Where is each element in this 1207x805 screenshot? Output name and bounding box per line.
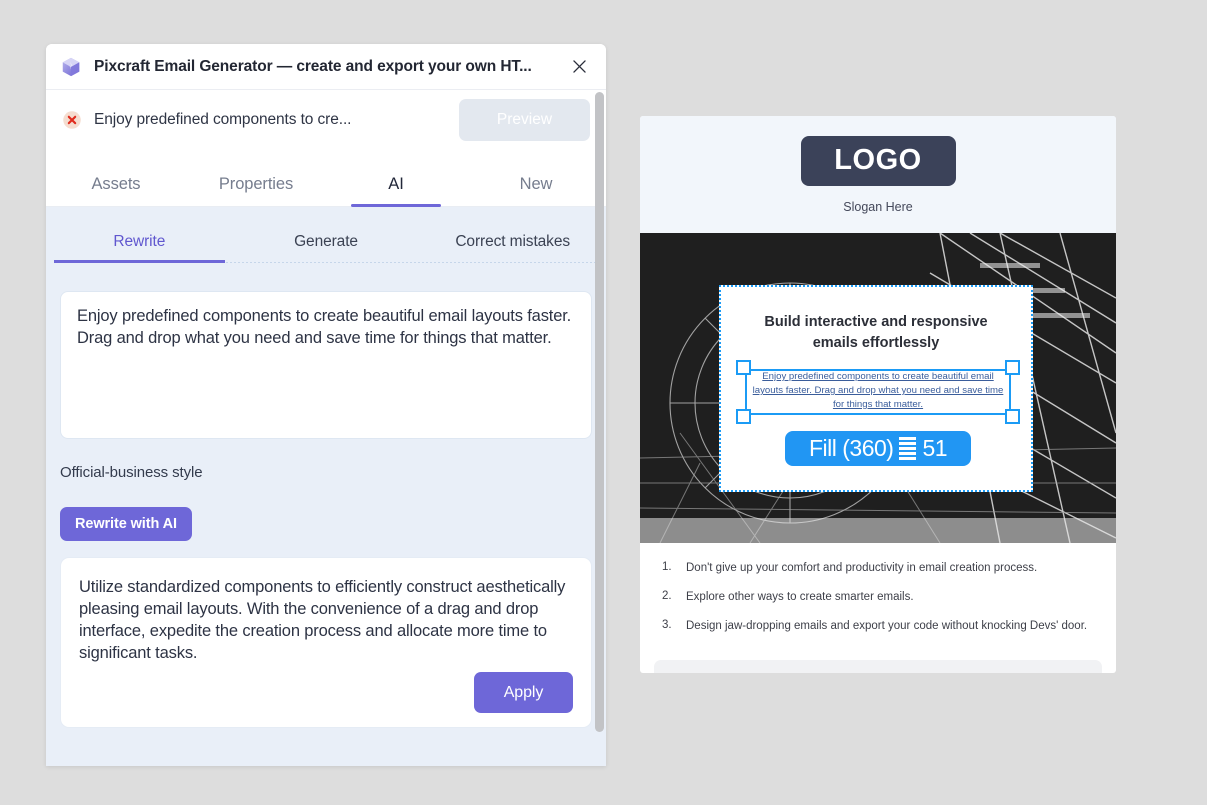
error-circle-icon (62, 110, 82, 130)
email-footer-placeholder[interactable] (654, 659, 1102, 673)
list-bars-icon (898, 436, 917, 462)
list-item-number: 1. (662, 561, 672, 573)
fill-button[interactable]: Fill (360) 51 (785, 431, 971, 466)
email-benefits-list: 1. Don't give up your comfort and produc… (640, 543, 1116, 654)
rewrite-with-ai-button[interactable]: Rewrite with AI (60, 507, 192, 541)
list-item-number: 2. (662, 589, 672, 602)
card-heading[interactable]: Build interactive and responsive emails … (747, 312, 1005, 353)
card-body-span: Enjoy predefined components to create be… (752, 371, 1004, 410)
list-item-text: Don't give up your comfort and productiv… (686, 562, 1038, 574)
card-body-text[interactable]: Enjoy predefined components to create be… (745, 369, 1011, 415)
resize-handle-bottom-right[interactable] (1005, 409, 1020, 424)
app-window: Pixcraft Email Generator — create and ex… (46, 44, 606, 766)
notification-text: Enjoy predefined components to cre... (94, 111, 352, 128)
title-bar: Pixcraft Email Generator — create and ex… (46, 44, 606, 90)
selection-edge-top (745, 369, 1011, 371)
list-item[interactable]: 2. Explore other ways to create smarter … (662, 590, 1094, 605)
screen: Pixcraft Email Generator — create and ex… (0, 0, 1207, 805)
panel-scrollbar-thumb[interactable] (595, 92, 604, 732)
email-logo[interactable]: LOGO (800, 135, 956, 186)
list-item[interactable]: 1. Don't give up your comfort and produc… (662, 561, 1094, 576)
close-icon[interactable] (566, 54, 592, 80)
email-slogan[interactable]: Slogan Here (843, 200, 913, 214)
tab-ai[interactable]: AI (326, 175, 466, 207)
subtab-correct-mistakes[interactable]: Correct mistakes (419, 233, 606, 263)
apply-button[interactable]: Apply (474, 672, 573, 713)
resize-handle-top-left[interactable] (736, 360, 751, 375)
chevron-down-icon (570, 461, 592, 483)
subtab-rewrite[interactable]: Rewrite (46, 233, 233, 263)
fill-button-value: 51 (922, 435, 948, 461)
card-body-selection[interactable]: Enjoy predefined components to create be… (736, 360, 1020, 424)
main-tab-bar: Assets Properties AI New (46, 150, 606, 207)
subtab-generate[interactable]: Generate (233, 233, 420, 263)
tab-new[interactable]: New (466, 175, 606, 206)
resize-handle-top-right[interactable] (1005, 360, 1020, 375)
notification-bar: Enjoy predefined components to cre... Pr… (46, 90, 606, 150)
tab-assets[interactable]: Assets (46, 175, 186, 206)
ai-panel-content: Rewrite Generate Correct mistakes Enjoy … (46, 207, 606, 766)
list-item-text: Explore other ways to create smarter ema… (686, 590, 914, 603)
email-preview: LOGO Slogan Here Build interactive and r… (640, 116, 1116, 673)
style-select-value: Official-business style (60, 463, 203, 481)
tab-properties[interactable]: Properties (186, 175, 326, 206)
source-text-input[interactable]: Enjoy predefined components to create be… (60, 291, 592, 439)
preview-button[interactable]: Preview (459, 99, 590, 141)
style-select[interactable]: Official-business style (60, 457, 592, 487)
cube-icon (60, 56, 82, 78)
list-item[interactable]: 3. Design jaw-dropping emails and export… (662, 619, 1094, 634)
ai-sub-tab-bar: Rewrite Generate Correct mistakes (46, 207, 606, 263)
result-text: Utilize standardized components to effic… (79, 578, 566, 663)
resize-handle-bottom-left[interactable] (736, 409, 751, 424)
email-header: LOGO Slogan Here (640, 116, 1116, 233)
window-title: Pixcraft Email Generator — create and ex… (94, 57, 532, 75)
selection-edge-bottom (745, 413, 1011, 415)
result-card: Utilize standardized components to effic… (60, 557, 592, 728)
email-hero-section: Build interactive and responsive emails … (640, 233, 1116, 543)
fill-button-label: Fill (360) (808, 435, 894, 461)
list-item-number: 3. (662, 618, 672, 631)
selected-card-block[interactable]: Build interactive and responsive emails … (719, 285, 1033, 492)
list-item-text: Design jaw-dropping emails and export yo… (686, 619, 1088, 632)
